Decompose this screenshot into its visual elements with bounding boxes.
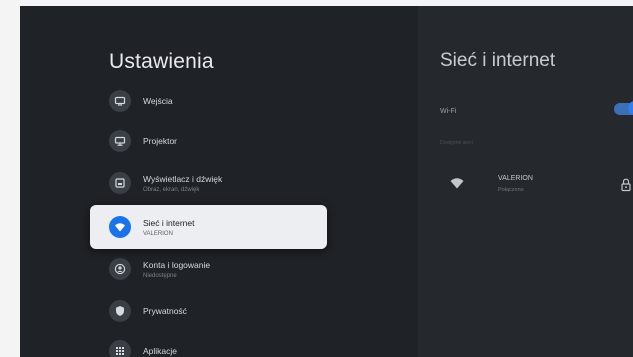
wifi-signal-icon — [450, 178, 464, 189]
menu-item-label: Sieć i internet — [143, 217, 195, 228]
wifi-toggle-knob — [628, 101, 633, 115]
menu-item-projector[interactable]: Projektor — [90, 120, 327, 162]
menu-item-inputs[interactable]: Wejścia — [90, 80, 327, 122]
settings-title: Ustawienia — [109, 50, 214, 73]
privacy-shield-icon — [109, 300, 131, 322]
wifi-toggle[interactable] — [614, 101, 633, 115]
menu-item-accounts[interactable]: Konta i logowanie Niedostępne — [90, 248, 327, 290]
account-icon — [109, 258, 131, 280]
network-name: VALERION — [498, 175, 533, 182]
network-panel-title: Sieć i internet — [440, 50, 556, 71]
display-icon — [109, 172, 131, 194]
apps-grid-icon — [109, 340, 131, 357]
menu-item-apps[interactable]: Aplikacje — [90, 330, 327, 357]
menu-item-privacy[interactable]: Prywatność — [90, 290, 327, 332]
network-status: Połączono — [498, 187, 524, 193]
input-icon — [109, 90, 131, 112]
tv-settings-screen: Ustawienia Wejścia Projektor Wyświetlacz… — [20, 6, 633, 357]
menu-item-subtitle: Obraz, ekran, dźwięk — [143, 186, 200, 193]
menu-item-label: Prywatność — [143, 306, 187, 316]
menu-item-label: Aplikacje — [143, 346, 178, 356]
menu-item-label: Wejścia — [143, 96, 173, 106]
network-list-item[interactable]: VALERION Połączono — [440, 168, 633, 204]
menu-item-subtitle: VALERION — [143, 230, 173, 237]
wifi-icon — [109, 216, 131, 238]
projector-icon — [109, 130, 131, 152]
menu-item-network-internet[interactable]: Sieć i internet VALERION — [90, 205, 327, 249]
menu-item-subtitle: Niedostępne — [143, 272, 177, 279]
menu-item-display-sound[interactable]: Wyświetlacz i dźwięk Obraz, ekran, dźwię… — [90, 162, 327, 204]
menu-item-label: Wyświetlacz i dźwięk — [143, 173, 223, 184]
menu-item-label: Projektor — [143, 136, 178, 146]
available-networks-label: Dostępne sieci — [440, 140, 473, 146]
menu-item-label: Konta i logowanie — [143, 259, 211, 270]
wifi-label: Wi-Fi — [440, 108, 457, 115]
lock-icon — [621, 178, 631, 192]
